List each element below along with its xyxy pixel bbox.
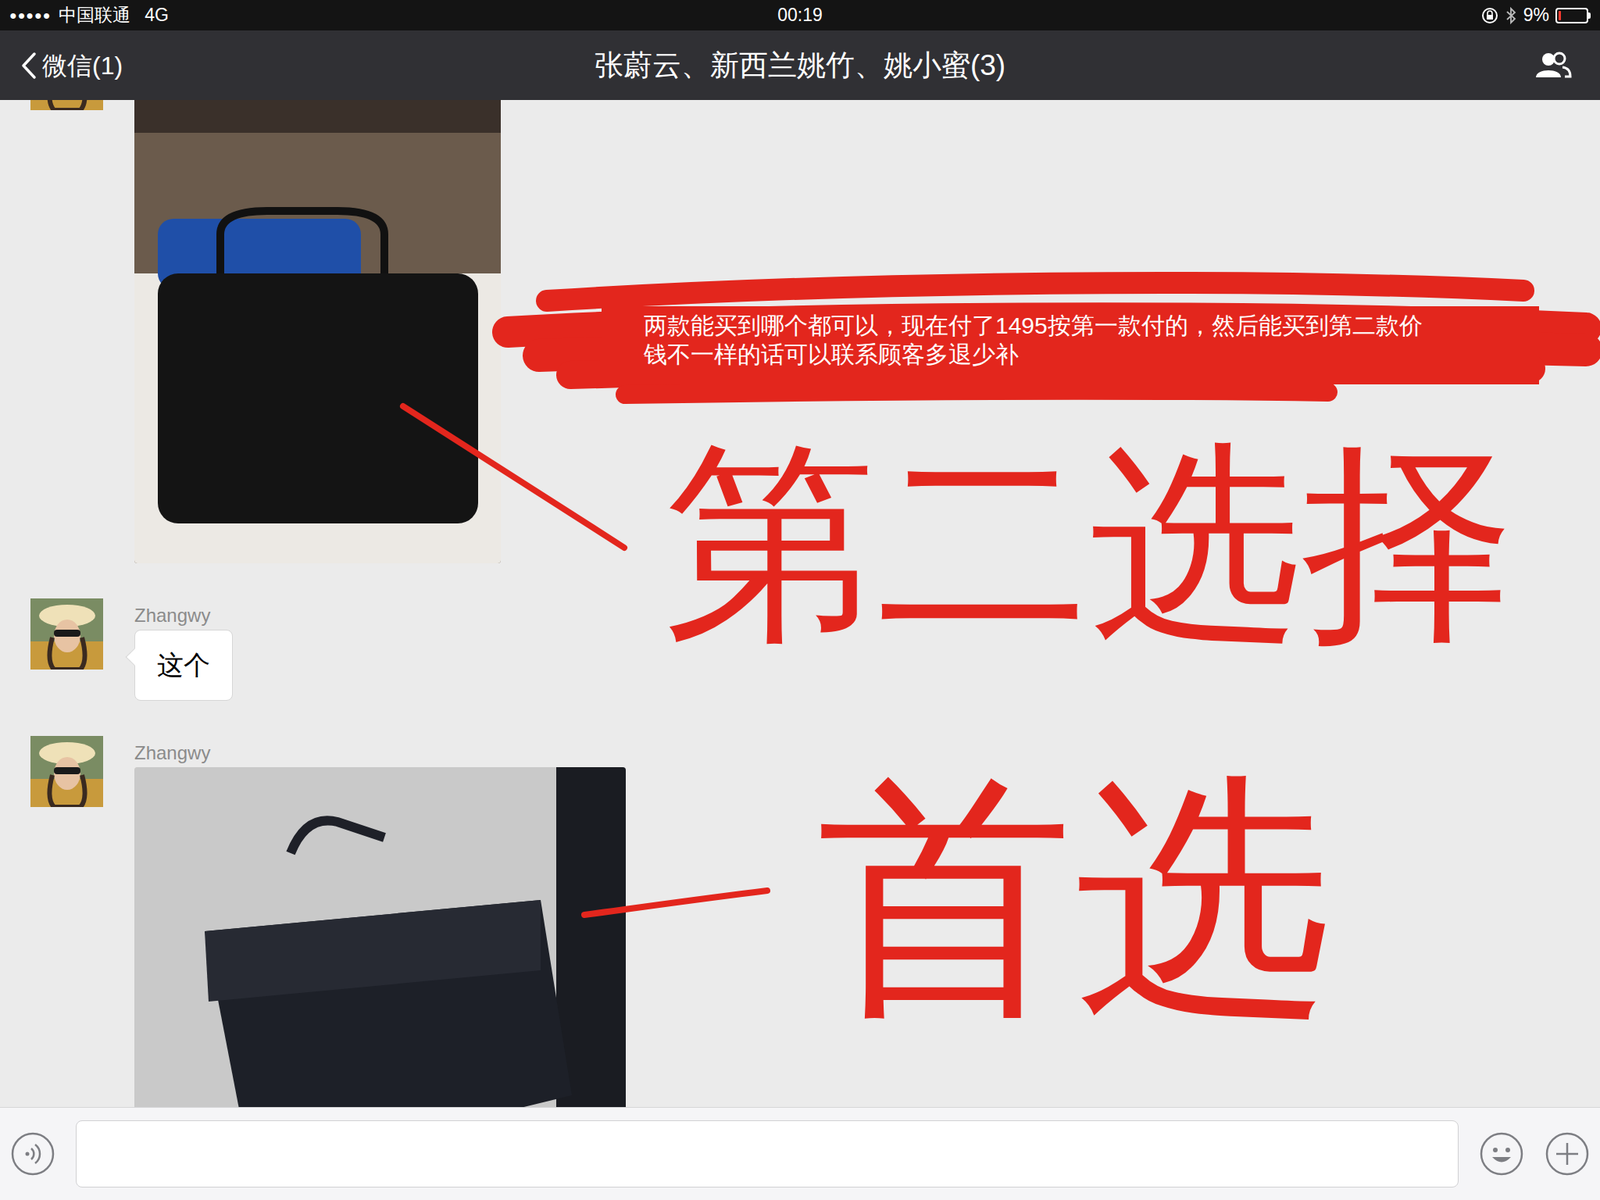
first-choice-label: 首选 [816, 769, 1333, 1028]
nav-bar: 微信(1) 张蔚云、新西兰姚竹、姚小蜜(3) [0, 30, 1600, 100]
bubble-tail [125, 648, 144, 667]
bluetooth-icon [1504, 6, 1518, 25]
rotation-lock-icon [1481, 7, 1499, 25]
network: 4G [144, 1, 169, 29]
battery-track [1555, 7, 1589, 24]
message-bubble[interactable]: 这个 [134, 629, 233, 701]
status-bar: ●●●●● 中国联通 4G 00:19 9% [0, 0, 1600, 31]
avatar[interactable] [30, 735, 104, 808]
back-button[interactable]: 微信(1) [0, 46, 204, 85]
battery-percent: 9% [1523, 1, 1550, 29]
chat-title: 张蔚云、新西兰姚竹、姚小蜜(3) [594, 43, 1006, 88]
photo-message[interactable] [134, 767, 626, 1108]
message-row: Zhangwy [30, 735, 1600, 1108]
photo-message[interactable] [134, 100, 501, 564]
message-body: Zhangwy 这个 [134, 598, 233, 701]
group-members-icon [1534, 50, 1572, 81]
avatar[interactable] [30, 100, 104, 111]
emoji-icon[interactable] [1478, 1131, 1525, 1177]
second-choice-label: 第二选择 [664, 437, 1515, 650]
group-info-button[interactable] [1396, 50, 1600, 81]
wechat-screen: ●●●●● 中国联通 4G 00:19 9% 微信(1) 张蔚云、新西兰姚竹、姚… [0, 0, 1600, 1200]
signal: ●●●●● [9, 6, 51, 25]
sender-name: Zhangwy [134, 604, 233, 627]
message-body [134, 100, 501, 564]
clock: 00:19 [777, 1, 823, 29]
message-input[interactable] [75, 1120, 1459, 1188]
carrier: 中国联通 [58, 1, 131, 29]
message-text: 这个 [157, 650, 211, 680]
sender-name: Zhangwy [134, 742, 626, 765]
voice-icon[interactable] [10, 1131, 56, 1177]
back-chevron-icon [20, 51, 38, 80]
battery-icon [1555, 7, 1591, 24]
message-body: Zhangwy [134, 735, 626, 1108]
plus-icon[interactable] [1544, 1131, 1590, 1177]
battery-fill [1558, 10, 1561, 21]
input-bar [0, 1107, 1600, 1200]
avatar[interactable] [30, 598, 104, 670]
annotation-note: 两款能买到哪个都可以，现在付了1495按第一款付的，然后能买到第二款价 钱不一样… [643, 310, 1423, 369]
